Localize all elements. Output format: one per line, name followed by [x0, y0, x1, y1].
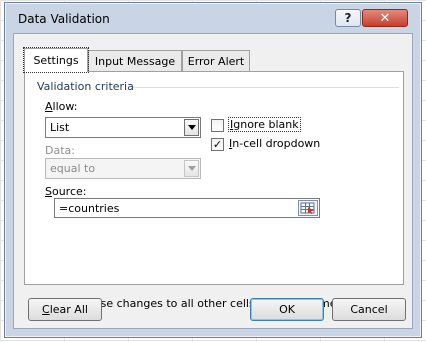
dialog-client-area: Settings Input Message Error Alert Valid… — [13, 33, 413, 329]
ignore-blank-label[interactable]: Ignore blank — [228, 117, 301, 132]
allow-dropdown-value: List — [50, 121, 70, 134]
ignore-blank-checkbox[interactable] — [211, 119, 224, 132]
clear-all-button[interactable]: Clear All — [28, 298, 102, 321]
data-dropdown-arrow-icon[interactable] — [184, 160, 199, 177]
tab-input-message[interactable]: Input Message — [88, 50, 182, 71]
ok-button[interactable]: OK — [250, 298, 324, 321]
allow-dropdown-arrow-icon[interactable] — [184, 119, 199, 136]
allow-dropdown[interactable]: List — [45, 117, 201, 138]
source-input[interactable]: =countries — [54, 198, 320, 218]
data-label: Data: — [45, 144, 75, 157]
in-cell-dropdown-checkbox[interactable]: ✓ — [211, 138, 224, 151]
checkmark-icon: ✓ — [212, 138, 223, 151]
cancel-button[interactable]: Cancel — [332, 298, 406, 321]
tab-error-alert[interactable]: Error Alert — [182, 50, 250, 71]
tab-settings[interactable]: Settings — [23, 47, 89, 73]
in-cell-dropdown-label[interactable]: In-cell dropdown — [229, 137, 320, 150]
data-dropdown-value: equal to — [50, 162, 96, 175]
source-input-value: =countries — [59, 202, 120, 215]
settings-tab-page: Validation criteria Allow: List Data: eq… — [24, 71, 404, 311]
data-dropdown[interactable]: equal to — [45, 158, 201, 179]
range-select-icon[interactable] — [298, 200, 318, 216]
help-button[interactable]: ? — [335, 9, 361, 27]
dialog-title: Data Validation — [18, 12, 110, 26]
validation-criteria-heading: Validation criteria — [37, 80, 134, 93]
close-button[interactable]: ✕ — [362, 9, 408, 27]
heading-divider — [133, 87, 399, 88]
data-validation-dialog: Data Validation ? ✕ Settings Input Messa… — [4, 2, 422, 338]
allow-label: Allow: — [45, 100, 78, 113]
source-label: Source: — [45, 185, 87, 198]
